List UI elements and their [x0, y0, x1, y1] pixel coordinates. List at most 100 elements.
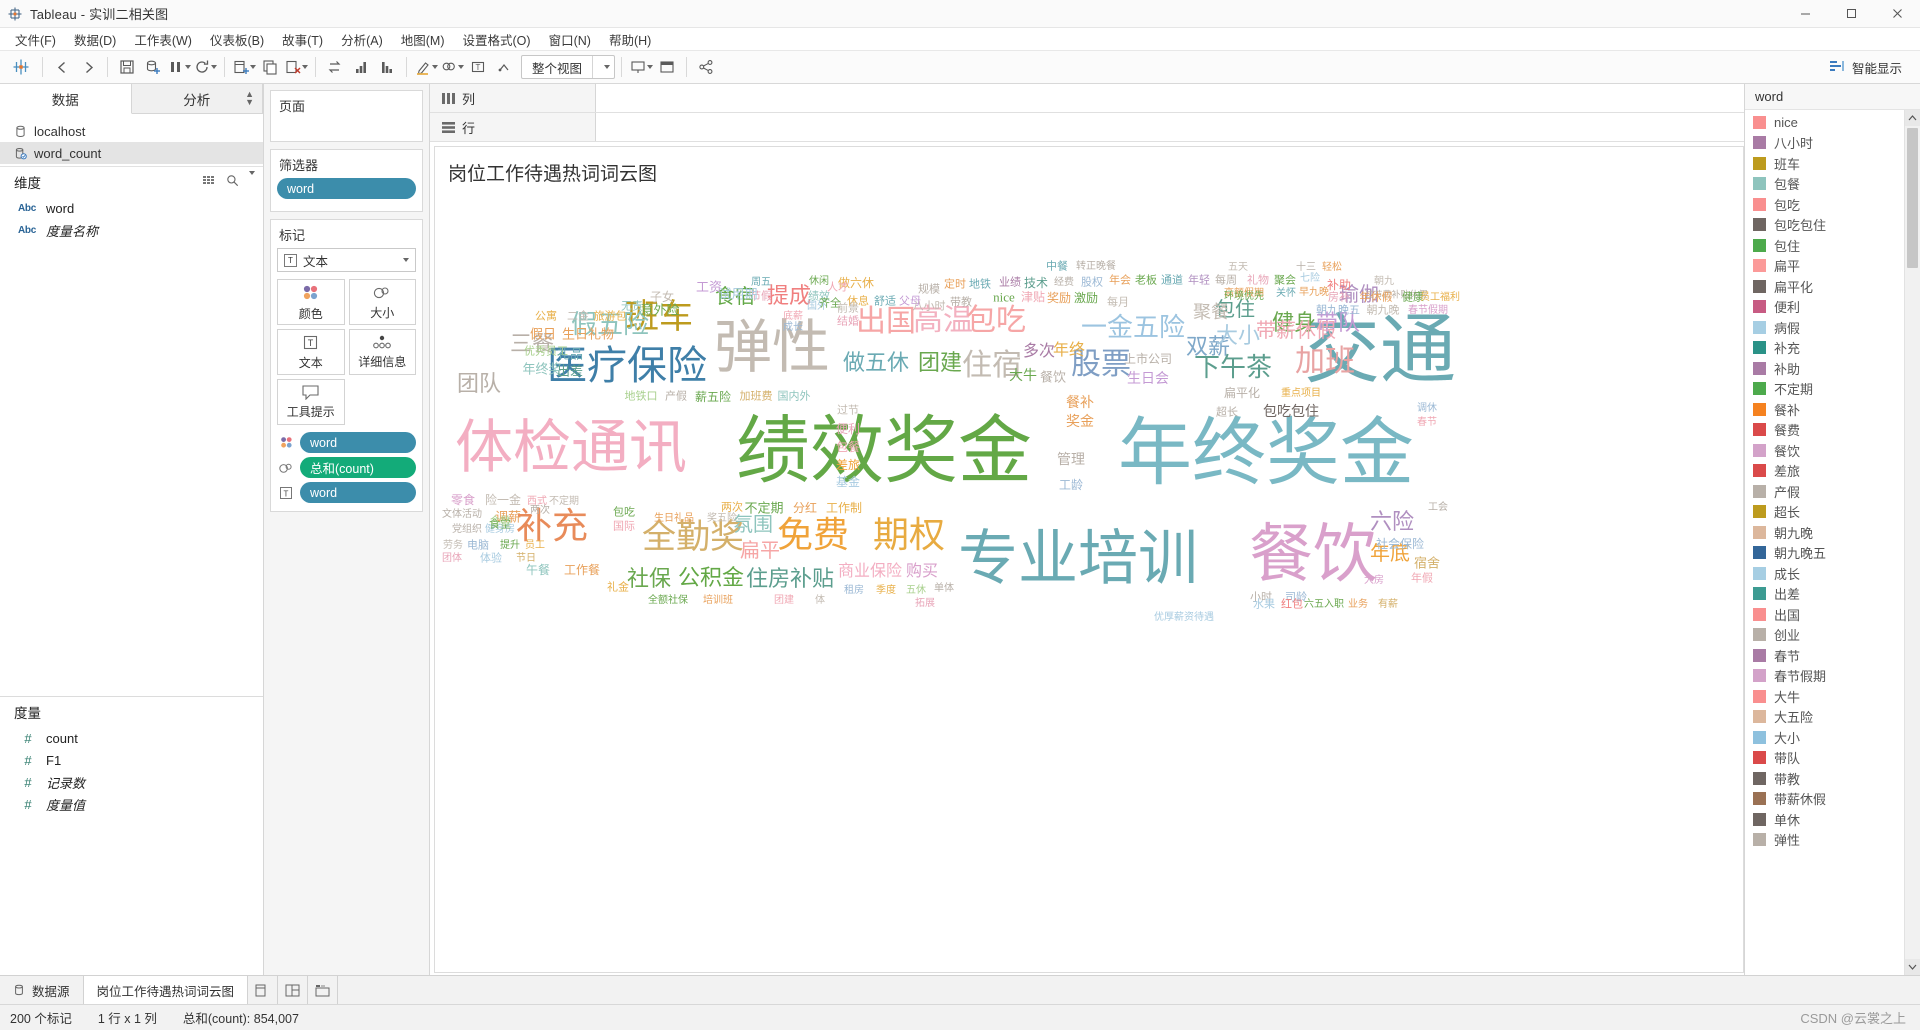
highlight-caret-icon[interactable]	[431, 65, 438, 69]
wordcloud-word[interactable]: 拓展	[915, 599, 935, 609]
wordcloud-word[interactable]: 结婚	[837, 316, 859, 328]
tab-data[interactable]: 数据	[0, 84, 132, 114]
wordcloud-word[interactable]: 一金五险	[1081, 315, 1185, 341]
legend-item[interactable]: 带队	[1745, 748, 1904, 769]
legend-scrollbar[interactable]	[1904, 110, 1920, 975]
wordcloud-word[interactable]: 补助	[1327, 279, 1351, 291]
legend-item[interactable]: 大五险	[1745, 707, 1904, 728]
wordcloud-word[interactable]: 技术	[1024, 277, 1048, 289]
marks-pill-sum-count[interactable]: 总和(count)	[300, 457, 416, 478]
legend-item[interactable]: 包住	[1745, 235, 1904, 256]
wordcloud-word[interactable]: nice	[993, 291, 1015, 304]
refresh-caret-icon[interactable]	[210, 65, 217, 69]
wordcloud-word[interactable]: 社保	[627, 568, 671, 590]
wordcloud-word[interactable]: 租房	[844, 586, 864, 596]
wordcloud-word[interactable]: 老板	[1135, 275, 1157, 287]
marks-type-caret-icon[interactable]	[403, 258, 409, 262]
rows-shelf-drop[interactable]	[596, 113, 1744, 141]
wordcloud-word[interactable]: 两次	[530, 506, 550, 516]
wordcloud-word[interactable]: 包吃	[966, 306, 1026, 336]
menu-story[interactable]: 故事(T)	[273, 28, 332, 51]
wordcloud-word[interactable]: 年终奖金	[1118, 417, 1414, 491]
wordcloud-word[interactable]: 工作餐	[564, 564, 600, 576]
wordcloud-word[interactable]: 定时	[944, 279, 966, 291]
legend-item[interactable]: 超长	[1745, 502, 1904, 523]
show-labels-icon[interactable]: T	[465, 54, 491, 80]
presentation-caret-icon[interactable]	[646, 65, 653, 69]
wordcloud-word[interactable]: 公积金	[678, 567, 744, 589]
wordcloud-word[interactable]: 成长	[783, 323, 803, 333]
wordcloud-word[interactable]: 餐饮	[1040, 371, 1066, 384]
wordcloud-word[interactable]: 劳务	[443, 541, 463, 551]
wordcloud-word[interactable]: 团建	[774, 596, 794, 606]
tab-worksheet-wordcloud[interactable]: 岗位工作待遇热词词云图	[83, 976, 249, 1004]
wordcloud-word[interactable]: 餐饮	[1249, 523, 1377, 587]
wordcloud-word[interactable]: 重点项目	[1281, 389, 1321, 399]
wordcloud-word[interactable]: 购买	[906, 564, 938, 580]
wordcloud-word[interactable]: 便利	[836, 423, 860, 435]
wordcloud-word[interactable]: 六险	[1370, 511, 1414, 533]
wordcloud-word[interactable]: 试用期	[718, 288, 757, 301]
forward-icon[interactable]	[75, 54, 101, 80]
wordcloud-word[interactable]: 绩效奖金	[736, 415, 1032, 489]
wordcloud-word[interactable]: 电脑	[467, 540, 489, 552]
wordcloud-word[interactable]: 环境优先	[1224, 292, 1264, 302]
wordcloud-word[interactable]: 春节	[1417, 418, 1437, 428]
legend-scroll-up-icon[interactable]	[1905, 110, 1920, 126]
measure-f1[interactable]: # F1	[0, 749, 263, 771]
wordcloud-word[interactable]: 补充	[516, 508, 588, 544]
fit-icon[interactable]	[654, 54, 680, 80]
marks-detail-button[interactable]: 详细信息	[348, 329, 416, 375]
save-icon[interactable]	[114, 54, 140, 80]
group-caret-icon[interactable]	[457, 65, 464, 69]
pause-refresh-caret-icon[interactable]	[184, 65, 191, 69]
legend-item[interactable]: 扁平	[1745, 256, 1904, 277]
marks-size-button[interactable]: 大小	[348, 279, 416, 325]
new-worksheet-caret-icon[interactable]	[249, 65, 256, 69]
wordcloud-word[interactable]: 大牛	[1009, 370, 1037, 384]
legend-item[interactable]: 成长	[1745, 563, 1904, 584]
wordcloud-word[interactable]: 季度	[876, 586, 896, 596]
legend-item[interactable]: 包餐	[1745, 174, 1904, 195]
wordcloud-word[interactable]: 弹性	[714, 319, 830, 377]
wordcloud-word[interactable]: 单体	[934, 584, 954, 594]
fix-axes-icon[interactable]	[491, 54, 517, 80]
wordcloud-word[interactable]: 多次	[1023, 344, 1055, 360]
wordcloud-word[interactable]: 假日	[530, 328, 556, 341]
wordcloud-word[interactable]: 体验	[480, 553, 502, 565]
wordcloud-word[interactable]: 礼物	[1247, 275, 1269, 287]
measure-count[interactable]: # count	[0, 727, 263, 749]
legend-item[interactable]: 大牛	[1745, 686, 1904, 707]
wordcloud-word[interactable]: 春节假期	[1408, 306, 1448, 316]
group-icon[interactable]	[439, 54, 465, 80]
presentation-icon[interactable]	[628, 54, 654, 80]
wordcloud-word[interactable]: 底薪	[783, 312, 803, 322]
wordcloud-word[interactable]: 业务	[1348, 600, 1368, 610]
wordcloud-word[interactable]: 水果	[1253, 599, 1275, 611]
legend-item[interactable]: 班车	[1745, 153, 1904, 174]
menu-map[interactable]: 地图(M)	[392, 28, 454, 51]
wordcloud-word[interactable]: 免费	[777, 517, 849, 553]
wordcloud-word[interactable]: 年会	[1109, 275, 1131, 287]
menu-window[interactable]: 窗口(N)	[540, 28, 600, 51]
legend-item[interactable]: 补充	[1745, 338, 1904, 359]
wordcloud-word[interactable]: 礼品	[557, 348, 583, 361]
wordcloud-word[interactable]: 氛围	[733, 515, 773, 535]
wordcloud-word[interactable]: 加班费	[740, 391, 773, 403]
duplicate-sheet-icon[interactable]	[257, 54, 283, 80]
legend-item[interactable]: 便利	[1745, 297, 1904, 318]
wordcloud-word[interactable]: 团体	[442, 554, 462, 564]
wordcloud-canvas[interactable]: 岗位工作待遇热词词云图 交通 年终奖金 绩效奖金 专业培训 餐饮 体检通讯 弹性 医疗保险 免费…	[434, 146, 1744, 973]
wordcloud-word[interactable]: 不定期	[549, 497, 579, 507]
wordcloud-word[interactable]: 包餐	[836, 441, 860, 453]
wordcloud-word[interactable]: 提升	[500, 541, 520, 551]
sort-asc-icon[interactable]	[348, 54, 374, 80]
new-worksheet-icon[interactable]	[231, 54, 257, 80]
wordcloud-word[interactable]: 关怀	[1276, 289, 1296, 299]
wordcloud-word[interactable]: 年轻	[1188, 275, 1210, 287]
wordcloud-word[interactable]: 意外险	[640, 304, 679, 317]
legend-item[interactable]: 出国	[1745, 604, 1904, 625]
wordcloud-word[interactable]: 前景	[837, 303, 859, 315]
menu-format[interactable]: 设置格式(O)	[454, 28, 540, 51]
wordcloud-word[interactable]: 全勤奖	[642, 521, 744, 555]
